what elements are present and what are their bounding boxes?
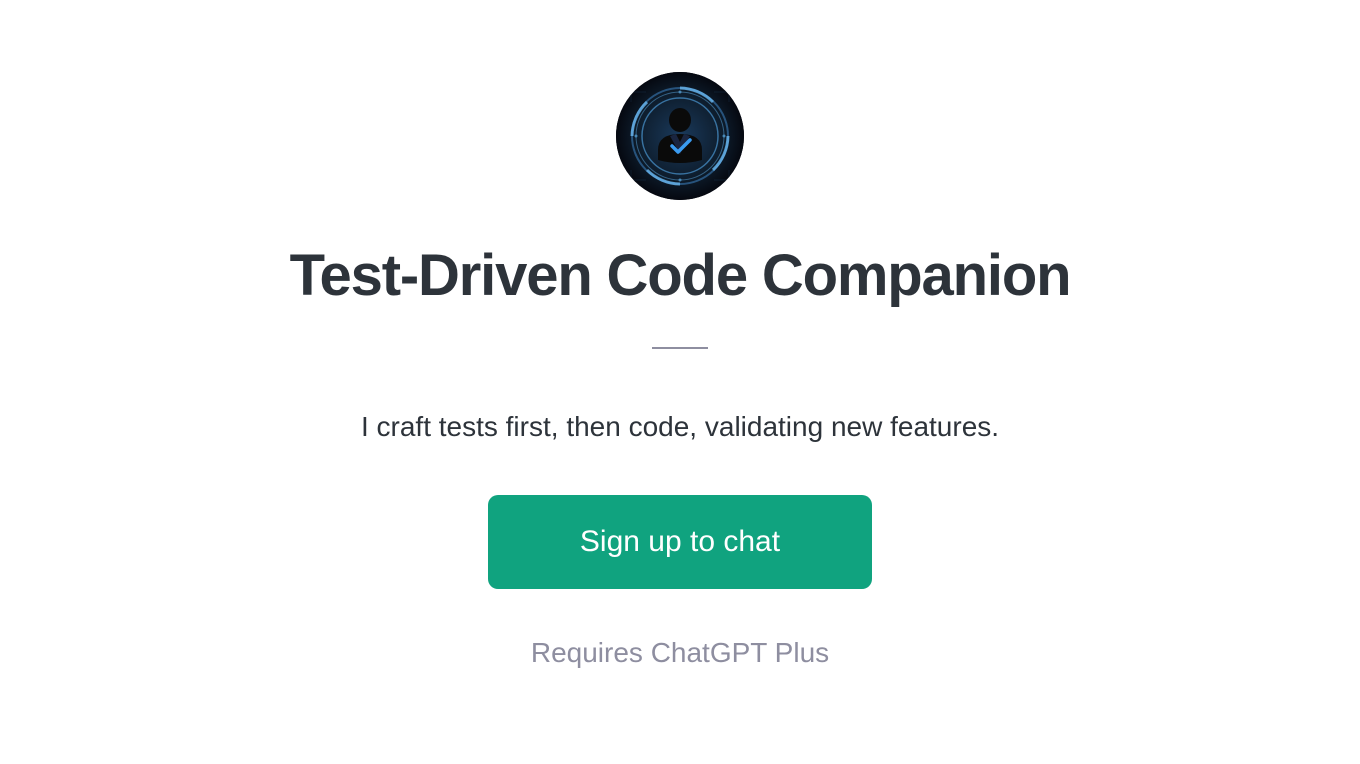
profile-description: I craft tests first, then code, validati… — [361, 411, 999, 443]
profile-avatar — [616, 72, 744, 200]
title-divider — [652, 347, 708, 349]
signup-button[interactable]: Sign up to chat — [488, 495, 872, 589]
page-title: Test-Driven Code Companion — [290, 242, 1071, 309]
avatar-icon — [616, 72, 744, 200]
requirement-text: Requires ChatGPT Plus — [531, 637, 829, 669]
